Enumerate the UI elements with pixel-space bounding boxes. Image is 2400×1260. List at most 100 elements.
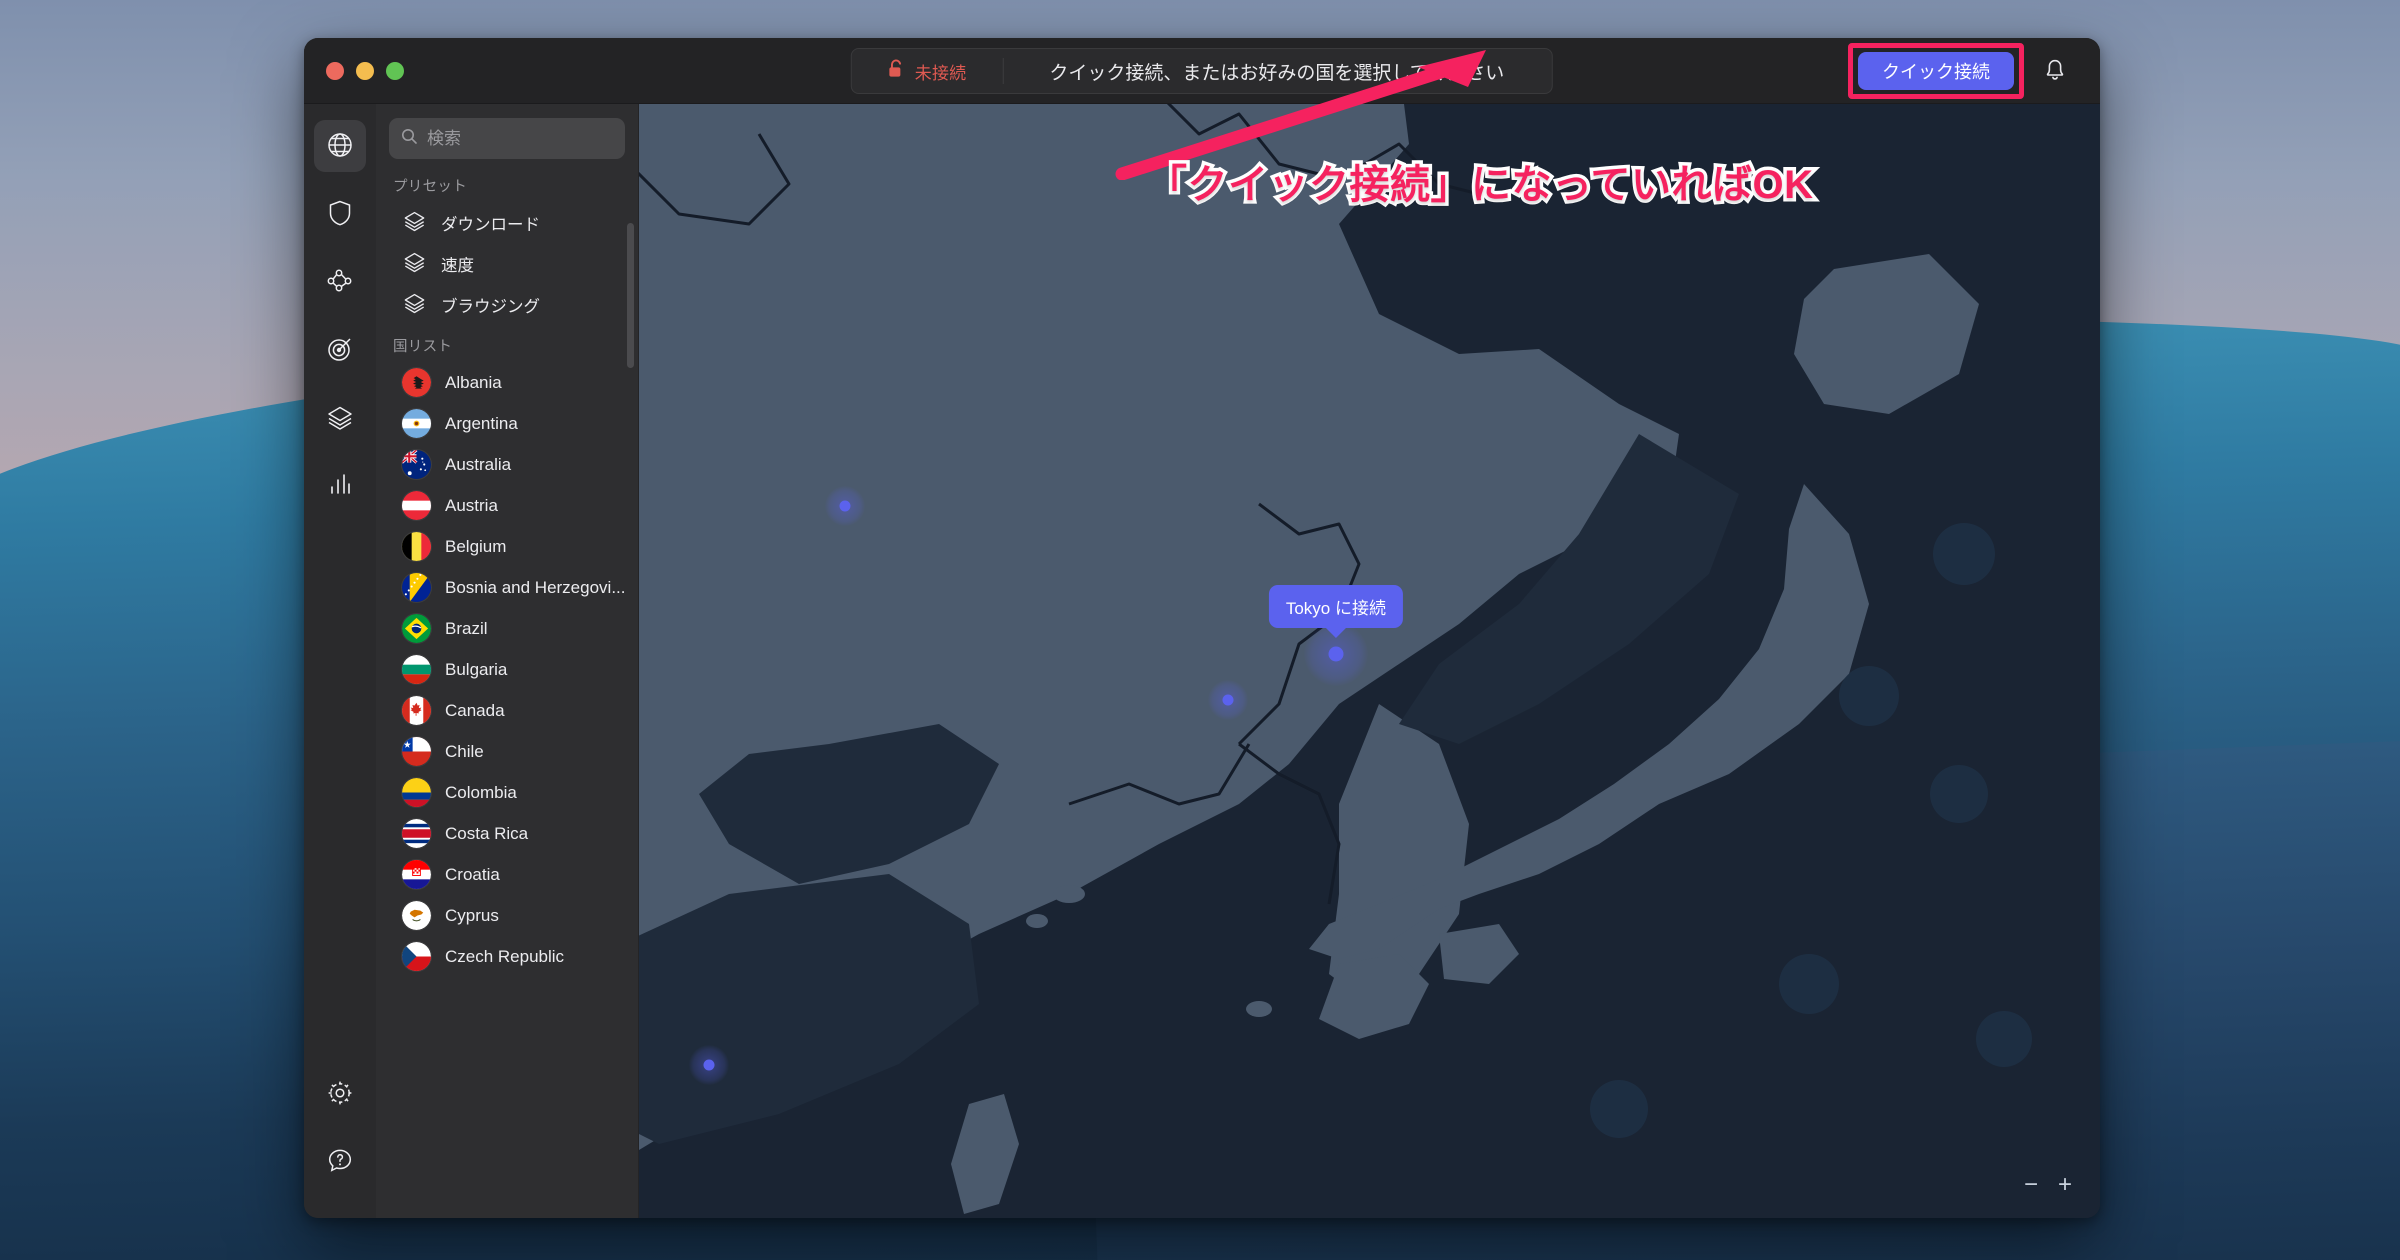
minimize-window-button[interactable] [356, 61, 374, 80]
country-item-bosnia[interactable]: Bosnia and Herzegovi... [376, 567, 638, 608]
rail-item-help[interactable] [314, 1136, 366, 1188]
country-label: Bosnia and Herzegovi... [445, 577, 626, 597]
icon-rail [304, 104, 376, 1218]
flag-icon-australia [402, 450, 431, 479]
title-bar-actions: クイック接続 [1848, 38, 2086, 104]
map-canvas [639, 104, 2100, 1218]
flag-icon-brazil [402, 614, 431, 643]
preset-item-2[interactable]: 速度 [376, 243, 638, 284]
notifications-button[interactable] [2024, 38, 2086, 104]
country-item-australia[interactable]: Australia [376, 444, 638, 485]
country-label: Chile [445, 741, 484, 761]
country-label: Czech Republic [445, 946, 565, 966]
maximize-window-button[interactable] [386, 61, 404, 80]
flag-icon-canada [402, 696, 431, 725]
country-label: Albania [445, 372, 502, 392]
search-input[interactable] [427, 128, 613, 149]
title-bar: 未接続 クイック接続、またはお好みの国を選択してください クイック接続 [304, 38, 2100, 104]
country-label: Austria [445, 495, 498, 515]
bell-icon [2044, 58, 2066, 85]
unlocked-padlock-icon [888, 59, 905, 83]
rail-item-layers[interactable] [314, 392, 366, 444]
desktop-background: 未接続 クイック接続、またはお好みの国を選択してください クイック接続 検索 プ… [0, 0, 2400, 1260]
country-item-austria[interactable]: Austria [376, 485, 638, 526]
flag-icon-croatia [402, 860, 431, 889]
flag-icon-chile [402, 737, 431, 766]
flag-icon-argentina [402, 409, 431, 438]
pin-dot [1328, 646, 1344, 662]
bar-chart-icon [326, 471, 354, 502]
map-zoom-in-button[interactable]: + [2050, 1170, 2080, 1200]
preset-label: ダウンロード [441, 215, 540, 234]
country-sidebar: プリセット ダウンロード速度ブラウジング 国リスト Albania Argenti… [376, 104, 639, 1218]
country-label: Bulgaria [445, 659, 508, 679]
flag-icon-bosnia [402, 573, 431, 602]
preset-list: ダウンロード 速度ブラウジング [376, 202, 638, 325]
pin-dot [703, 1059, 715, 1071]
preset-item-3[interactable]: ブラウジング [376, 284, 638, 325]
layers-icon [325, 402, 355, 435]
country-item-czech[interactable]: Czech Republic [376, 936, 638, 977]
flag-icon-austria [402, 491, 431, 520]
country-item-argentina[interactable]: Argentina [376, 403, 638, 444]
country-item-costarica[interactable]: Costa Rica [376, 813, 638, 854]
window-body: プリセット ダウンロード速度ブラウジング 国リスト Albania Argenti… [304, 104, 2100, 1218]
rail-item-settings[interactable] [314, 1068, 366, 1120]
preset-item-1[interactable]: ダウンロード [376, 202, 638, 243]
flag-icon-albania [402, 368, 431, 397]
preset-label: 速度 [441, 256, 474, 275]
country-label: Cyprus [445, 905, 499, 925]
pin-dot [839, 500, 851, 512]
rail-item-target[interactable] [314, 324, 366, 376]
country-item-colombia[interactable]: Colombia [376, 772, 638, 813]
target-icon [325, 334, 355, 367]
map-zoom-out-button[interactable]: − [2016, 1170, 2046, 1200]
quick-connect-button[interactable]: クイック接続 [1858, 52, 2014, 90]
rail-item-mesh[interactable] [314, 256, 366, 308]
layers-icon [402, 208, 427, 238]
quick-connect-area: クイック接続 [1848, 43, 2024, 99]
presets-header: プリセット [393, 179, 467, 195]
flag-icon-costarica [402, 819, 431, 848]
tokyo-connect-tooltip[interactable]: Tokyo に接続 [1268, 584, 1403, 628]
country-list: Albania Argentina Australia Austria Belgium B… [376, 362, 638, 977]
country-label: Costa Rica [445, 823, 529, 843]
rail-item-globe[interactable] [314, 120, 366, 172]
countries-header: 国リスト [393, 339, 453, 355]
sidebar-scrollbar-thumb[interactable] [627, 223, 634, 368]
country-label: Croatia [445, 864, 500, 884]
pin-dot [1222, 694, 1234, 706]
title-hint-text: クイック接続、またはお好みの国を選択してください [1049, 62, 1505, 84]
gear-icon [325, 1078, 355, 1111]
globe-icon [325, 130, 355, 163]
country-label: Australia [445, 454, 512, 474]
window-traffic-lights [304, 61, 404, 80]
flag-icon-colombia [402, 778, 431, 807]
country-item-chile[interactable]: Chile [376, 731, 638, 772]
flag-icon-cyprus [402, 901, 431, 930]
close-window-button[interactable] [326, 61, 344, 80]
country-item-belgium[interactable]: Belgium [376, 526, 638, 567]
country-label: Argentina [445, 413, 518, 433]
country-item-bulgaria[interactable]: Bulgaria [376, 649, 638, 690]
vpn-app-window: 未接続 クイック接続、またはお好みの国を選択してください クイック接続 検索 プ… [304, 38, 2100, 1218]
country-item-albania[interactable]: Albania [376, 362, 638, 403]
map-zoom-controls: − + [2016, 1170, 2080, 1200]
search-box[interactable] [389, 118, 625, 159]
connection-status: 未接続 [854, 49, 1003, 93]
search-area [376, 104, 638, 165]
country-item-canada[interactable]: Canada [376, 690, 638, 731]
flag-icon-czech [402, 942, 431, 971]
country-item-croatia[interactable]: Croatia [376, 854, 638, 895]
country-item-cyprus[interactable]: Cyprus [376, 895, 638, 936]
country-item-brazil[interactable]: Brazil [376, 608, 638, 649]
search-icon [401, 128, 418, 150]
layers-icon [402, 290, 427, 320]
rail-item-stats[interactable] [314, 460, 366, 512]
world-map[interactable]: Tokyo に接続 − + [639, 104, 2100, 1218]
preset-label: ブラウジング [441, 297, 540, 316]
layers-icon [402, 249, 427, 279]
sidebar-scroll-area[interactable]: プリセット ダウンロード 速度ブラウジング 国リスト Albania Argenti… [376, 165, 638, 1218]
status-label: 未接続 [914, 63, 967, 83]
rail-item-shield[interactable] [314, 188, 366, 240]
